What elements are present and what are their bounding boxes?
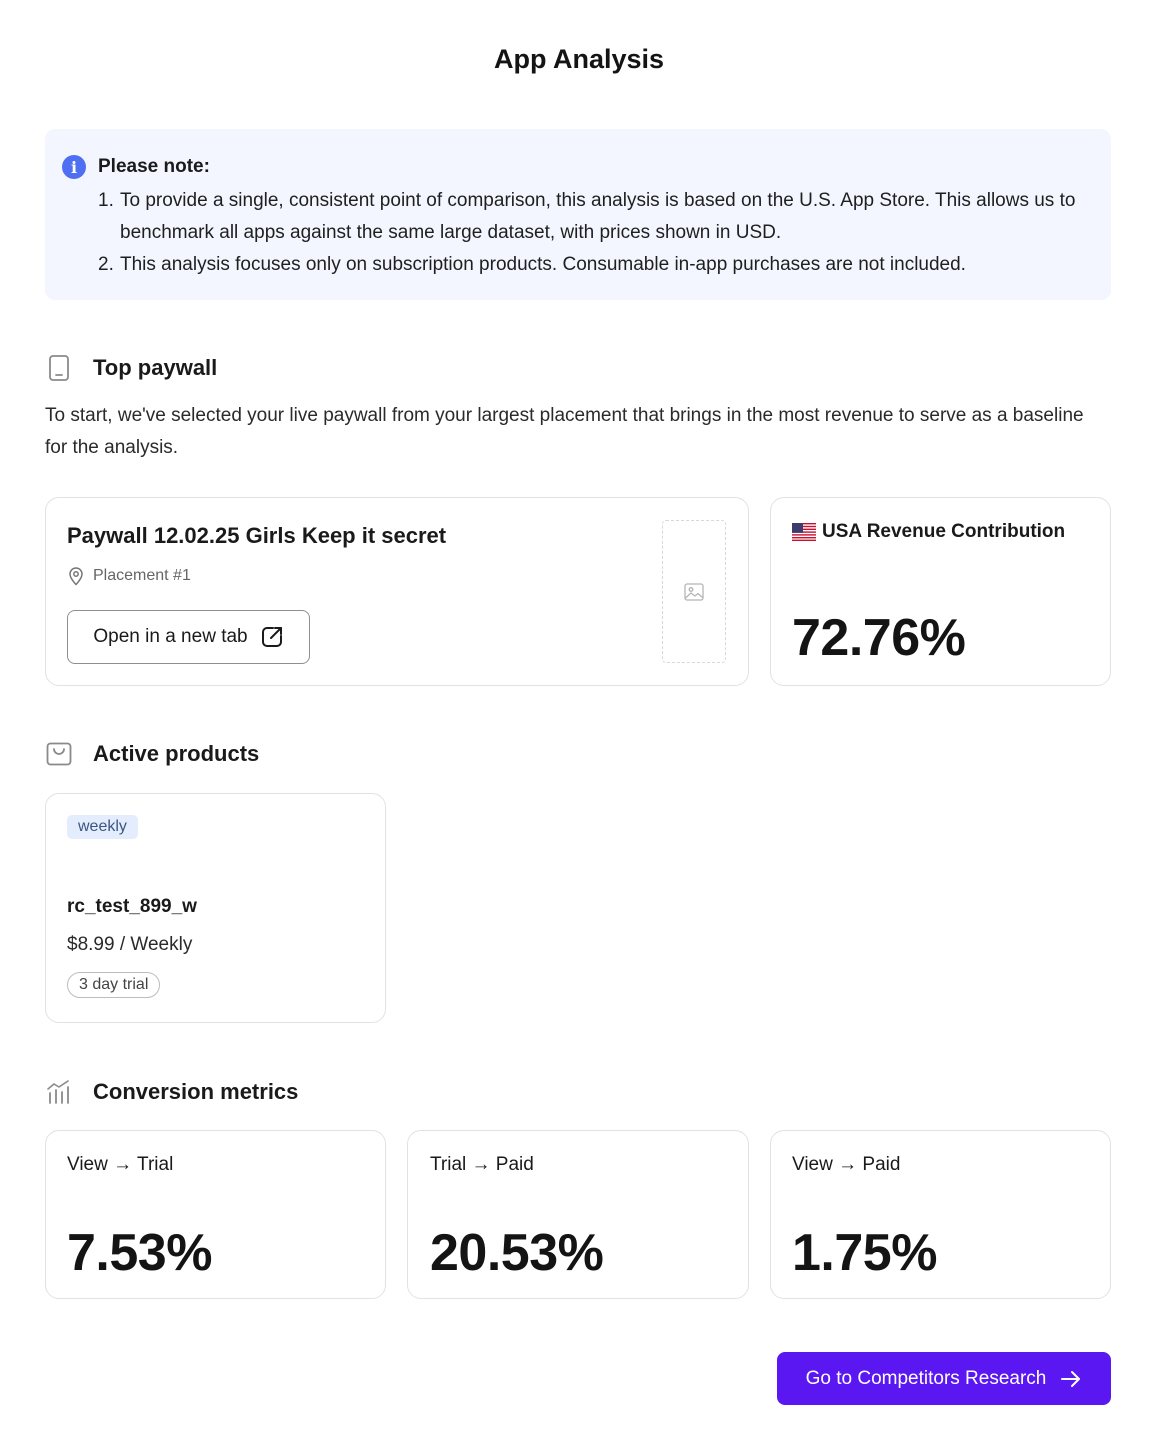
external-link-icon [261, 627, 282, 647]
chart-icon [45, 1078, 73, 1106]
page-title: App Analysis [493, 44, 665, 74]
active-products-title: Active products [93, 741, 260, 766]
revenue-card: USA Revenue Contribution 72.76% [770, 497, 1111, 686]
conversion-metrics-title: Conversion metrics [93, 1079, 299, 1104]
metric-value: 7.53% [67, 1224, 212, 1282]
metric-value: 20.53% [430, 1224, 604, 1282]
image-placeholder-icon [684, 582, 704, 601]
revenue-title-text: USA Revenue Contribution [822, 521, 1066, 542]
note-list: 1. To provide a single, consistent point… [98, 185, 1088, 281]
top-paywall-title: Top paywall [93, 355, 218, 380]
note-title: Please note: [98, 156, 210, 177]
open-in-new-tab-button[interactable]: Open in a new tab [67, 610, 310, 664]
metric-label: View → Paid [792, 1154, 901, 1175]
metric-card-view-trial: View → Trial 7.53% [45, 1130, 386, 1299]
trial-badge: 3 day trial [67, 972, 161, 998]
top-paywall-description: To start, we've selected your live paywa… [45, 405, 1084, 458]
top-paywall-header: Top paywall [45, 354, 217, 382]
metric-label: View → Trial [67, 1154, 174, 1175]
placement-text: Placement #1 [93, 567, 191, 584]
us-flag-icon [792, 523, 816, 541]
product-card: weekly rc_test_899_w $8.99 / Weekly 3 da… [45, 793, 386, 1023]
revenue-title: USA Revenue Contribution [792, 521, 1065, 543]
note-item-text: This analysis focuses only on subscripti… [120, 254, 966, 275]
metric-label: Trial → Paid [430, 1154, 534, 1175]
location-pin-icon [69, 567, 83, 586]
note-box: i Please note: 1. To provide a single, c… [45, 129, 1111, 300]
metric-value: 1.75% [792, 1224, 937, 1282]
app-analysis-page: App Analysis i Please note: 1. To provid… [0, 0, 1158, 1444]
phone-icon [45, 354, 73, 382]
note-item: 2. This analysis focuses only on subscri… [98, 249, 1088, 281]
active-products-header: Active products [45, 740, 259, 768]
note-item-number: 2. [98, 254, 114, 275]
paywall-card: Paywall 12.02.25 Girls Keep it secret Pl… [45, 497, 749, 686]
placement-label: Placement #1 [67, 566, 191, 586]
note-item: 1. To provide a single, consistent point… [98, 185, 1088, 249]
paywall-name: Paywall 12.02.25 Girls Keep it secret [67, 523, 447, 548]
revenue-value: 72.76% [792, 609, 966, 667]
product-price: $8.99 / Weekly [67, 934, 193, 955]
open-in-new-tab-label: Open in a new tab [93, 626, 248, 647]
go-to-competitors-research-button[interactable]: Go to Competitors Research [777, 1352, 1111, 1405]
product-period-tag: weekly [67, 815, 138, 839]
arrow-right-icon [1061, 1370, 1081, 1387]
metric-card-view-paid: View → Paid 1.75% [770, 1130, 1111, 1299]
note-item-text: To provide a single, consistent point of… [120, 190, 1076, 243]
metric-card-trial-paid: Trial → Paid 20.53% [407, 1130, 749, 1299]
note-item-number: 1. [98, 190, 114, 211]
product-name: rc_test_899_w [67, 896, 197, 917]
paywall-thumbnail[interactable] [662, 520, 726, 663]
info-icon: i [62, 155, 86, 179]
cta-label: Go to Competitors Research [805, 1367, 1047, 1389]
conversion-metrics-header: Conversion metrics [45, 1078, 298, 1106]
shopping-bag-icon [45, 740, 73, 768]
